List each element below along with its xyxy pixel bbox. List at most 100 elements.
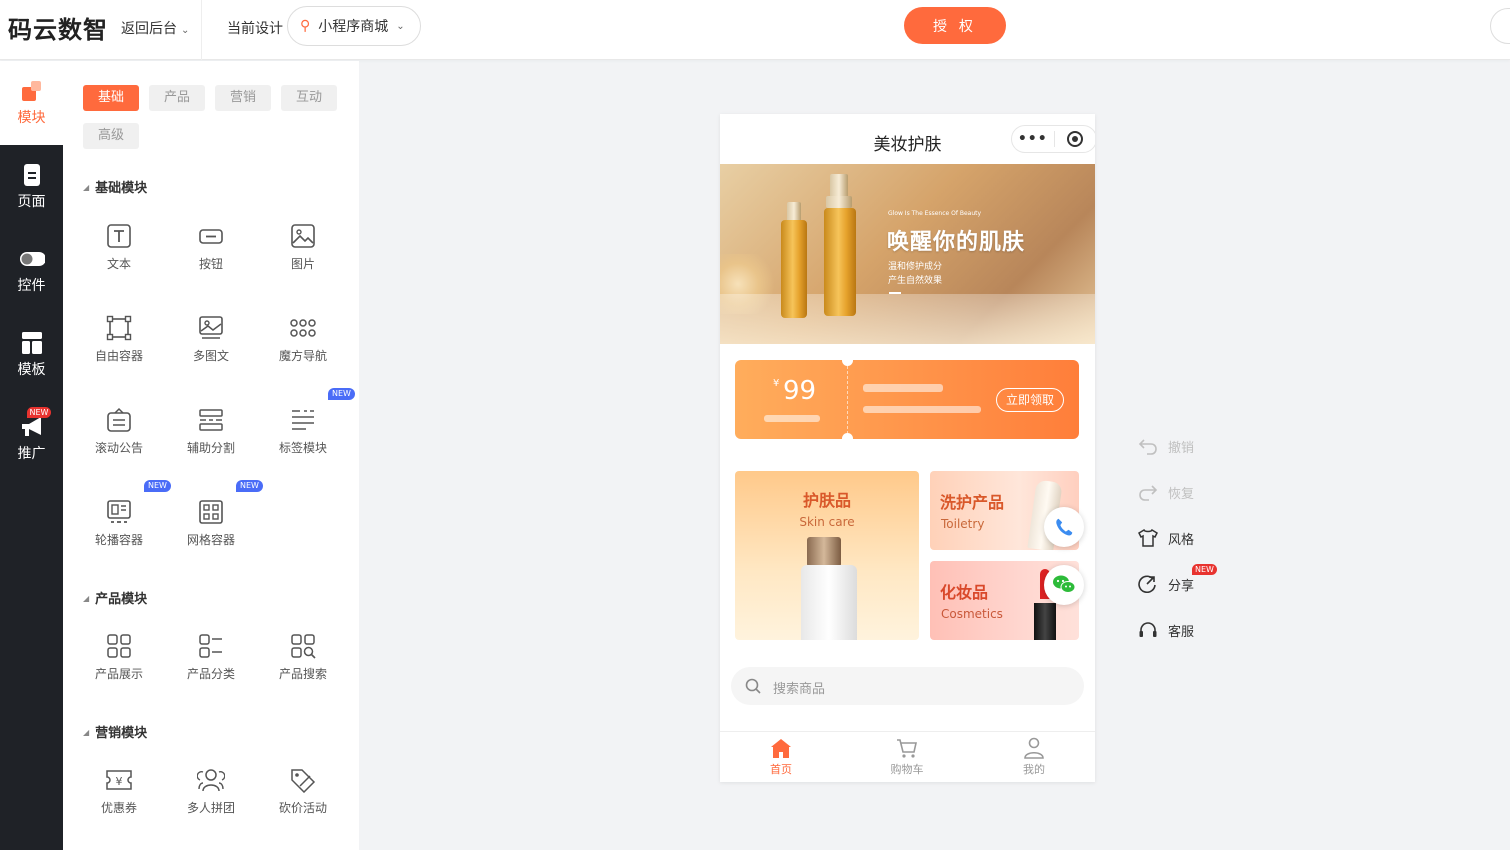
new-badge: NEW [144, 480, 171, 492]
nav-label: 控件 [17, 278, 46, 294]
claim-coupon-button[interactable]: 立即领取 [996, 388, 1064, 412]
bargain-tag-icon [291, 769, 316, 793]
divider-icon [199, 409, 223, 431]
grid-icon [199, 500, 223, 524]
wechat-button[interactable] [1044, 565, 1084, 605]
section-title-marketing[interactable]: ◢ 营销模块 [83, 722, 147, 741]
nav-item-templates[interactable]: 模板 [0, 313, 63, 397]
redo-icon [1139, 485, 1158, 501]
collapse-triangle-icon: ◢ [83, 183, 90, 192]
tab-marketing[interactable]: 营销 [215, 85, 271, 111]
design-select[interactable]: ⚲ 小程序商城 ⌄ [287, 6, 421, 46]
blocks-icon [19, 79, 45, 103]
module-free-container[interactable]: 自由容器 [73, 315, 165, 395]
module-coupon[interactable]: ¥ 优惠券 [73, 767, 165, 847]
coupon-card[interactable]: ¥ 99 立即领取 [735, 360, 1079, 439]
mini-program-capsule[interactable]: ••• [1011, 125, 1095, 153]
section-title-product[interactable]: ◢ 产品模块 [83, 588, 147, 607]
current-design-label: 当前设计 [227, 21, 283, 37]
product-search-icon [291, 634, 316, 659]
nav-label: 推广 [17, 446, 46, 462]
new-badge: NEW [328, 388, 355, 400]
product-category-icon [199, 634, 222, 658]
authorize-button[interactable]: 授 权 [904, 7, 1006, 44]
tab-home[interactable]: 首页 [741, 737, 821, 777]
module-product-category[interactable]: 产品分类 [165, 633, 257, 713]
style-button[interactable]: 风格 [1138, 526, 1194, 550]
tab-interaction[interactable]: 互动 [281, 85, 337, 111]
banner-subtext: 温和修护成分 产生自然效果 [888, 262, 943, 286]
nav-item-modules[interactable]: 模块 [0, 61, 63, 145]
bottom-tab-bar: 首页 购物车 我的 [720, 731, 1095, 782]
tab-advanced[interactable]: 高级 [83, 123, 139, 149]
text-icon [107, 224, 131, 248]
divider [201, 0, 202, 60]
module-product-display[interactable]: 产品展示 [73, 633, 165, 713]
back-label: 返回后台 [121, 21, 177, 37]
module-grid-container[interactable]: NEW 网格容器 [165, 480, 263, 579]
customer-service-button[interactable]: 客服 [1138, 618, 1194, 642]
module-magic-nav[interactable]: 魔方导航 [257, 315, 349, 395]
wechat-icon [1053, 575, 1076, 593]
category-skincare[interactable]: 护肤品 Skin care [735, 471, 919, 640]
product-bottle-cap [807, 537, 841, 567]
nav-item-controls[interactable]: 控件 [0, 229, 63, 313]
more-icon[interactable]: ••• [1012, 131, 1054, 147]
tab-mine[interactable]: 我的 [994, 737, 1074, 777]
module-multi-image-text[interactable]: 多图文 [165, 315, 257, 395]
link-icon: ⚲ [300, 18, 311, 34]
undo-button[interactable]: 撤销 [1138, 434, 1194, 458]
chevron-down-icon: ⌄ [181, 25, 190, 36]
back-to-admin-dropdown[interactable]: 返回后台 ⌄ [121, 18, 189, 38]
search-icon [745, 678, 761, 694]
banner-tagline: Glow Is The Essence Of Beauty [888, 210, 982, 217]
headset-icon [1139, 622, 1157, 637]
undo-icon [1138, 439, 1157, 455]
nav-label: 页面 [17, 194, 46, 210]
nav-item-promotion[interactable]: NEW 推广 [0, 397, 63, 481]
collapse-triangle-icon: ◢ [83, 594, 90, 603]
module-group-buy[interactable]: 多人拼团 [165, 767, 257, 847]
topbar-right-control[interactable] [1490, 8, 1510, 44]
module-tag[interactable]: NEW 标签模块 [257, 388, 355, 487]
group-buy-icon [197, 769, 225, 792]
tab-basic[interactable]: 基础 [83, 85, 139, 111]
module-carousel-container[interactable]: NEW 轮播容器 [73, 480, 171, 579]
banner-image[interactable]: Glow Is The Essence Of Beauty 唤醒你的肌肤 温和修… [720, 164, 1095, 344]
module-divider[interactable]: 辅助分割 [165, 407, 257, 487]
search-placeholder: 搜索商品 [773, 682, 826, 697]
cart-icon [897, 739, 917, 758]
close-target-icon[interactable] [1054, 131, 1095, 147]
svg-text:¥: ¥ [116, 775, 123, 788]
banner-headline: 唤醒你的肌肤 [887, 230, 1026, 255]
module-button[interactable]: 按钮 [165, 223, 257, 303]
phone-icon [1056, 518, 1073, 536]
image-icon [291, 224, 315, 248]
free-container-icon [106, 315, 132, 341]
module-product-search[interactable]: 产品搜索 [257, 633, 349, 713]
module-bargain[interactable]: 砍价活动 [257, 767, 349, 847]
share-icon [1138, 575, 1156, 593]
redo-button[interactable]: 恢复 [1138, 480, 1194, 504]
module-scroll-notice[interactable]: 滚动公告 [73, 407, 165, 487]
megaphone-icon: NEW [19, 407, 52, 439]
phone-preview: 美妆护肤 ••• Glow Is The Essence Of Beauty 唤… [720, 114, 1095, 782]
phone-call-button[interactable] [1044, 507, 1084, 547]
nav-label: 模块 [17, 110, 46, 126]
nav-item-pages[interactable]: 页面 [0, 145, 63, 229]
module-image[interactable]: 图片 [257, 223, 349, 303]
tab-cart[interactable]: 购物车 [867, 737, 947, 777]
serum-bottle [824, 208, 856, 316]
shirt-icon [1138, 529, 1158, 547]
user-icon [1024, 737, 1044, 759]
coupon-currency: ¥ [773, 378, 780, 389]
tab-product[interactable]: 产品 [149, 85, 205, 111]
module-text[interactable]: 文本 [73, 223, 165, 303]
section-title-basic[interactable]: ◢ 基础模块 [83, 177, 147, 196]
toggle-icon [19, 247, 46, 271]
template-icon [19, 331, 45, 355]
nav-label: 模板 [17, 362, 46, 378]
product-search-bar[interactable]: 搜索商品 [731, 667, 1084, 705]
share-button[interactable]: 分享 NEW [1138, 564, 1217, 596]
coupon-icon: ¥ [106, 770, 132, 790]
